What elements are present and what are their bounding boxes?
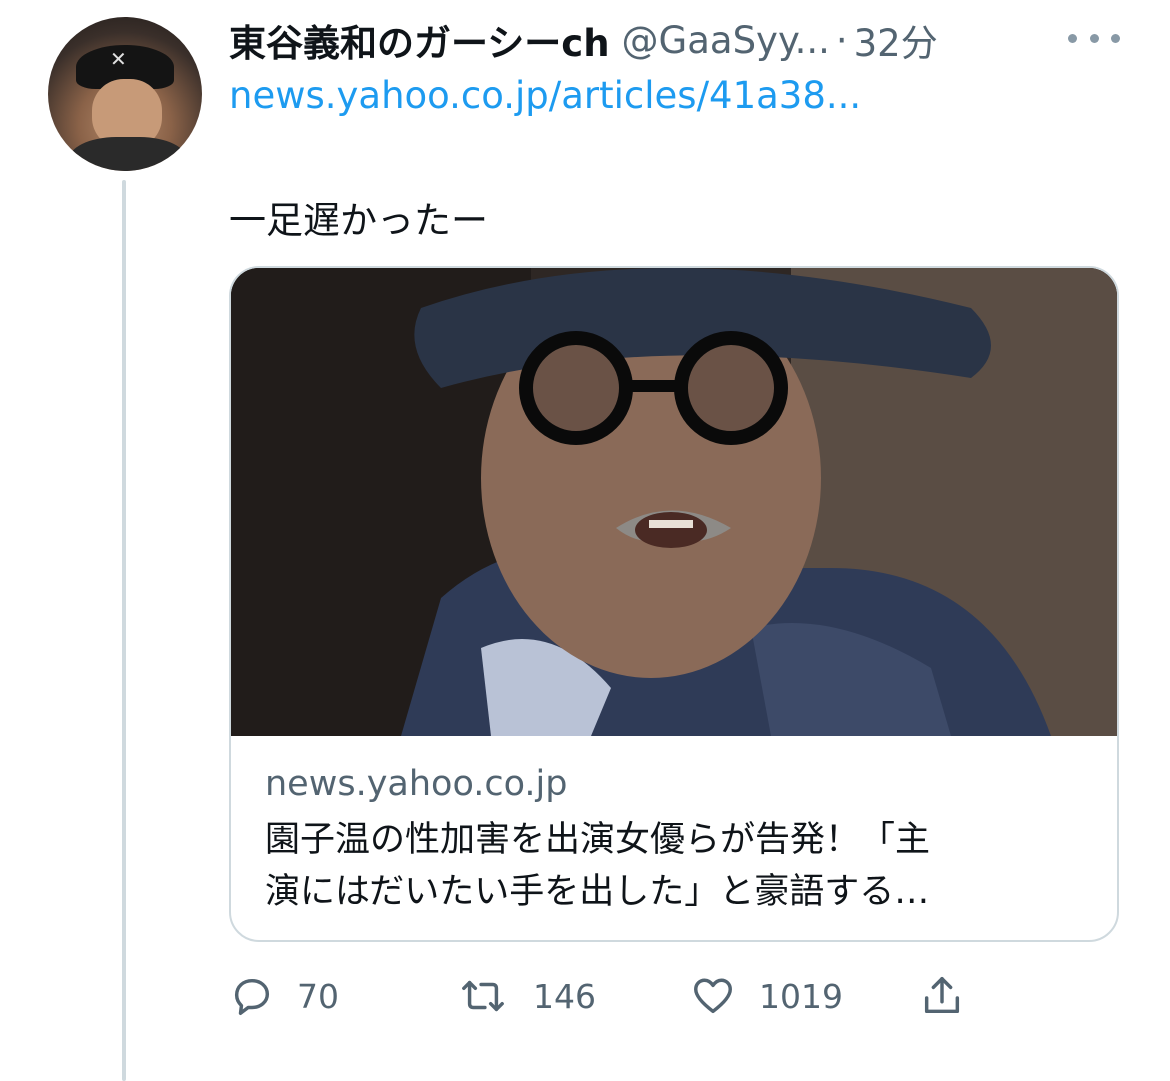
tweet-header: 東谷義和のガーシーch @GaaSyy... · 32分 <box>229 14 938 66</box>
display-name[interactable]: 東谷義和のガーシーch <box>229 13 610 67</box>
reply-count: 70 <box>297 976 339 1016</box>
user-handle[interactable]: @GaaSyy... <box>622 19 830 62</box>
retweet-count: 146 <box>533 976 596 1016</box>
card-domain: news.yahoo.co.jp <box>265 764 568 804</box>
reply-icon <box>229 973 275 1019</box>
tweet-time[interactable]: 32分 <box>854 13 938 67</box>
link-card[interactable]: news.yahoo.co.jp 園子温の性加害を出演女優らが告発！「主 演には… <box>229 266 1119 942</box>
like-button[interactable]: 1019 <box>689 968 843 1024</box>
card-title-line2: 演にはだいたい手を出した」と豪語する… <box>265 872 930 912</box>
card-title-line1: 園子温の性加害を出演女優らが告発！「主 <box>265 820 931 860</box>
like-count: 1019 <box>759 976 843 1016</box>
tweet-link[interactable]: news.yahoo.co.jp/articles/41a38... <box>229 74 861 117</box>
more-options-icon[interactable] <box>1068 20 1120 56</box>
share-button[interactable] <box>919 968 965 1024</box>
avatar[interactable]: ✕ <box>48 17 202 171</box>
avatar-shirt <box>68 137 188 171</box>
reply-button[interactable]: 70 <box>229 968 339 1024</box>
article-photo[interactable] <box>231 268 1117 736</box>
tweet-text: 一足遅かったー <box>229 199 488 242</box>
tweet-actions: 70 146 1019 <box>229 968 989 1024</box>
retweet-button[interactable]: 146 <box>455 968 596 1024</box>
thread-line <box>122 180 126 1081</box>
retweet-icon <box>455 973 511 1019</box>
heart-icon <box>689 973 737 1019</box>
separator-dot: · <box>835 18 848 62</box>
card-body: news.yahoo.co.jp 園子温の性加害を出演女優らが告発！「主 演には… <box>231 736 1117 940</box>
card-title: 園子温の性加害を出演女優らが告発！「主 演にはだいたい手を出した」と豪語する… <box>265 814 1091 918</box>
share-icon <box>919 973 965 1019</box>
